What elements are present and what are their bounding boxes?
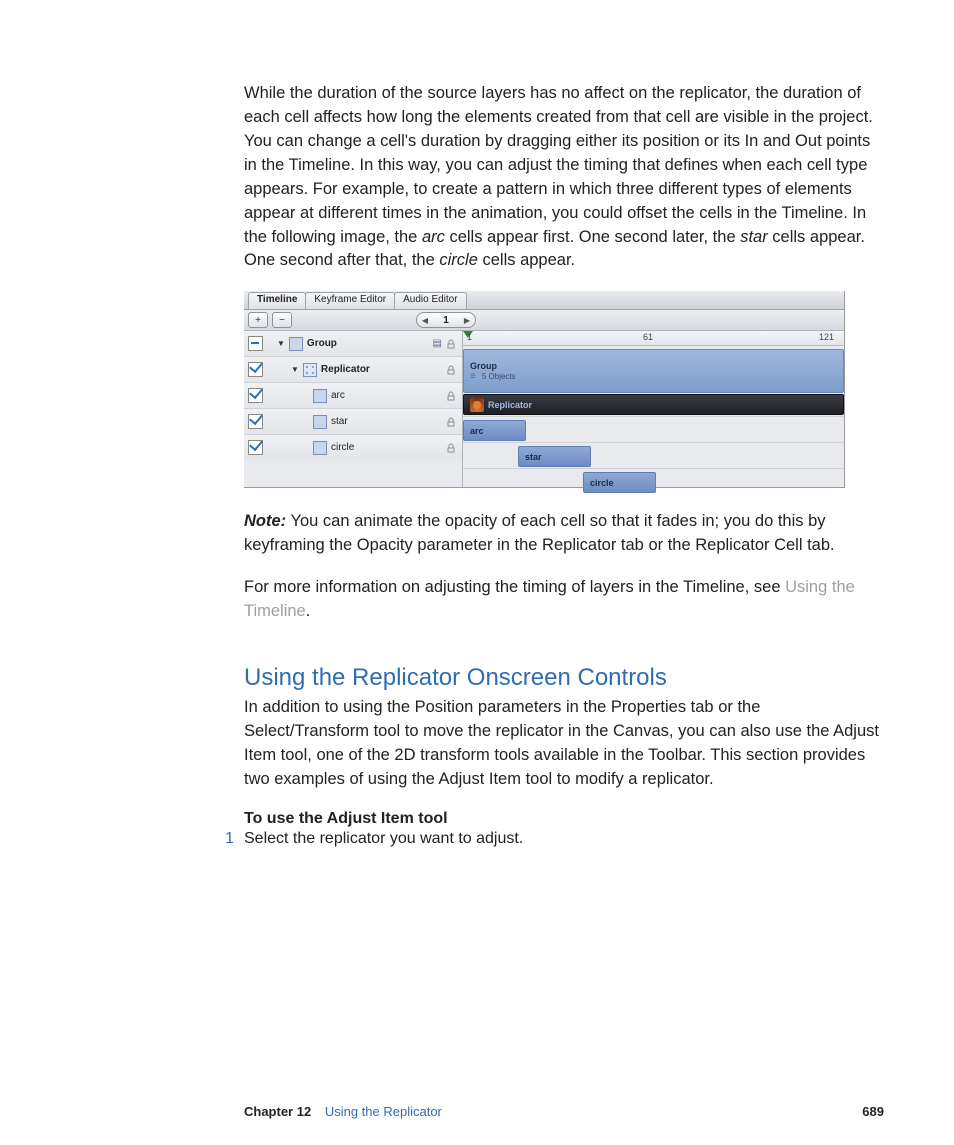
track-row: Replicator (463, 391, 844, 417)
task-heading: To use the Adjust Item tool (244, 810, 884, 828)
ruler-tick: 121 (819, 332, 834, 342)
see-also-paragraph: For more information on adjusting the ti… (244, 576, 884, 624)
spinner-right-icon[interactable]: ▶ (461, 316, 473, 325)
group-bar[interactable]: Group ≡ 5 Objects (463, 349, 844, 393)
menu-icon: ≡ (470, 371, 476, 382)
page-number: 689 (862, 1104, 884, 1119)
intro-paragraph: While the duration of the source layers … (244, 82, 884, 273)
tab-audio-editor[interactable]: Audio Editor (394, 292, 466, 309)
step-1: 1 Select the replicator you want to adju… (244, 830, 884, 848)
add-button[interactable]: + (248, 312, 268, 328)
track-row: Group ≡ 5 Objects (463, 346, 844, 391)
layer-label: circle (331, 442, 354, 453)
timeline-screenshot: Timeline Keyframe Editor Audio Editor + … (244, 291, 845, 488)
layer-row-group[interactable]: ▼ Group ▤ (244, 331, 462, 357)
zoom-spinner[interactable]: ◀ 1 ▶ (416, 312, 476, 328)
shape-icon (313, 415, 327, 429)
ruler-tick: 61 (643, 332, 653, 342)
timeline-toolbar: + − ◀ 1 ▶ (244, 310, 844, 331)
chapter-number: Chapter 12 (244, 1104, 311, 1119)
disclosure-triangle-icon[interactable]: ▼ (277, 339, 285, 348)
arc-bar[interactable]: arc (463, 420, 526, 441)
replicator-icon (303, 363, 317, 377)
lock-icon (446, 339, 456, 349)
layer-label: star (331, 416, 348, 427)
editor-tabs: Timeline Keyframe Editor Audio Editor (244, 291, 844, 310)
lock-icon (446, 417, 456, 427)
checkbox-icon[interactable] (248, 440, 263, 455)
layer-row-star[interactable]: star (244, 409, 462, 435)
ruler-tick: 1 (467, 332, 472, 342)
layer-row-circle[interactable]: circle (244, 435, 462, 460)
checkbox-icon[interactable] (248, 388, 263, 403)
track-row: circle (463, 469, 844, 494)
group-icon (289, 337, 303, 351)
replicator-thumb-icon (470, 398, 484, 412)
checkbox-icon[interactable] (248, 362, 263, 377)
layer-list: ▼ Group ▤ ▼ Replicator (244, 331, 463, 487)
lock-icon (446, 443, 456, 453)
tab-timeline[interactable]: Timeline (248, 292, 306, 309)
circle-bar[interactable]: circle (583, 472, 656, 493)
section-heading: Using the Replicator Onscreen Controls (244, 664, 884, 692)
lock-icon (446, 391, 456, 401)
note-paragraph: Note: You can animate the opacity of eac… (244, 510, 884, 558)
step-text: Select the replicator you want to adjust… (244, 830, 523, 848)
layer-label: arc (331, 390, 345, 401)
remove-button[interactable]: − (272, 312, 292, 328)
bar-label: circle (590, 478, 614, 488)
bar-label: Group (470, 361, 497, 371)
shape-icon (313, 441, 327, 455)
timeline-tracks: 1 61 121 Group ≡ 5 Objects Replicator (463, 331, 844, 487)
shape-icon (313, 389, 327, 403)
layers-mini-icon: ▤ (433, 338, 442, 349)
spinner-left-icon[interactable]: ◀ (419, 316, 431, 325)
layer-label: Group (307, 338, 337, 349)
tab-keyframe-editor[interactable]: Keyframe Editor (305, 292, 395, 309)
page-footer: Chapter 12 Using the Replicator 689 (244, 1104, 884, 1119)
layer-row-replicator[interactable]: ▼ Replicator (244, 357, 462, 383)
spinner-value: 1 (431, 315, 461, 326)
disclosure-triangle-icon[interactable]: ▼ (291, 365, 299, 374)
bar-label: arc (470, 426, 484, 436)
bar-sublabel: 5 Objects (482, 372, 516, 381)
checkbox-icon[interactable] (248, 336, 263, 351)
layer-row-arc[interactable]: arc (244, 383, 462, 409)
layer-label: Replicator (321, 364, 370, 375)
track-row: star (463, 443, 844, 469)
track-row: arc (463, 417, 844, 443)
lock-icon (446, 365, 456, 375)
replicator-bar[interactable]: Replicator (463, 394, 844, 415)
star-bar[interactable]: star (518, 446, 591, 467)
bar-label: Replicator (488, 400, 532, 410)
section-paragraph: In addition to using the Position parame… (244, 696, 884, 792)
chapter-title: Using the Replicator (325, 1104, 442, 1119)
step-number: 1 (222, 830, 234, 848)
bar-label: star (525, 452, 542, 462)
checkbox-icon[interactable] (248, 414, 263, 429)
time-ruler[interactable]: 1 61 121 (463, 331, 844, 346)
